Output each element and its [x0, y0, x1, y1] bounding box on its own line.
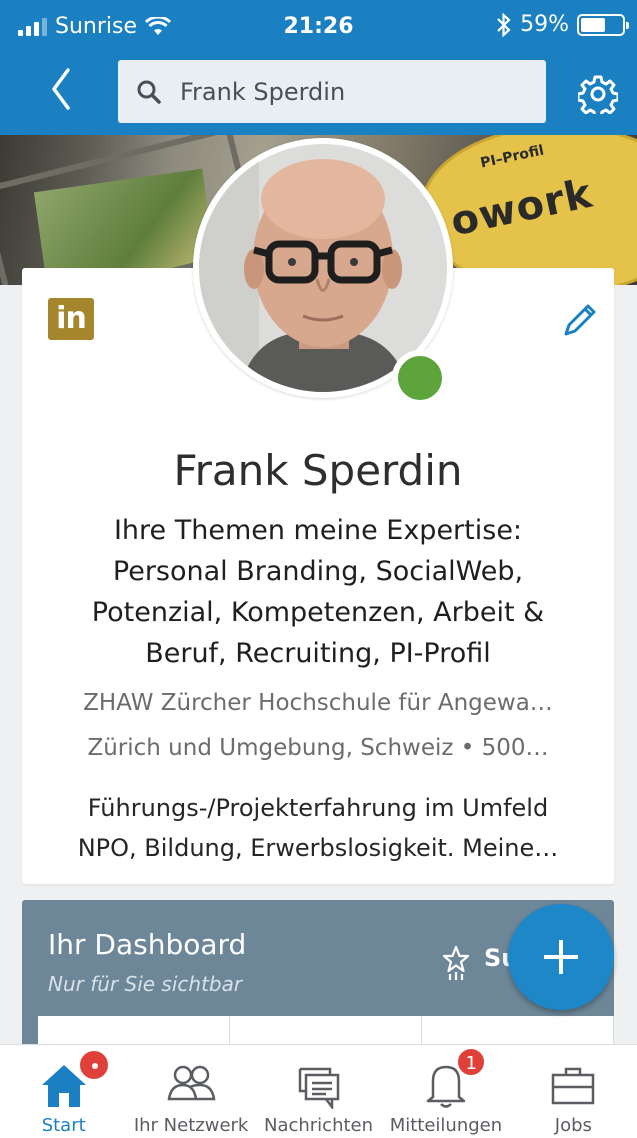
profile-headline: Ihre Themen meine Expertise: Personal Br…	[40, 510, 596, 674]
summary-line: NPO, Bildung, Erwerbslosigkeit. Meine…	[77, 834, 559, 862]
summary-line: Führungs-/Projekterfahrung im Umfeld	[87, 794, 549, 822]
search-icon	[137, 80, 161, 104]
top-bar: Sunrise 21:26 59% Frank Sperdin	[0, 0, 637, 135]
back-chevron-icon[interactable]	[46, 66, 76, 112]
headline-line: Personal Branding, SocialWeb,	[112, 556, 524, 587]
nav-label: Mitteilungen	[389, 1115, 503, 1136]
messages-icon	[298, 1067, 339, 1109]
nav-label: Jobs	[554, 1115, 592, 1136]
notification-count-badge: 1	[456, 1047, 487, 1077]
search-value: Frank Sperdin	[180, 77, 346, 106]
profile-education: ZHAW Zürcher Hochschule für Angewa…	[83, 690, 553, 716]
star-icon	[442, 945, 470, 980]
profile-location: Zürich und Umgebung, Schweiz • 500…	[87, 735, 549, 761]
briefcase-icon	[552, 1067, 595, 1105]
nav-messages[interactable]: Nachrichten	[255, 1045, 382, 1138]
nav-jobs[interactable]: Jobs	[510, 1045, 637, 1138]
network-icon	[167, 1065, 216, 1101]
nav-label: Ihr Netzwerk	[133, 1115, 249, 1136]
bluetooth-icon	[497, 12, 511, 37]
online-status-indicator	[392, 350, 448, 406]
nav-notifications[interactable]: 1 Mitteilungen	[382, 1045, 509, 1138]
linkedin-logo: in	[48, 298, 94, 340]
profile-summary[interactable]: Führungs-/Projekterfahrung im Umfeld NPO…	[40, 788, 596, 868]
nav-label: Start	[41, 1115, 86, 1136]
profile-name: Frank Sperdin	[173, 446, 463, 495]
dashboard-title: Ihr Dashboard	[48, 928, 247, 961]
headline-line: Potenzial, Kompetenzen, Arbeit &	[91, 597, 545, 628]
battery-icon	[577, 13, 629, 36]
status-bar: Sunrise 21:26 59%	[0, 0, 637, 52]
nav-start[interactable]: Start	[0, 1045, 127, 1138]
battery-percent: 59%	[520, 12, 569, 37]
headline-line: Beruf, Recruiting, PI-Profil	[145, 638, 491, 669]
gear-icon[interactable]	[578, 74, 618, 114]
nav-network[interactable]: Ihr Netzwerk	[127, 1045, 254, 1138]
edit-pencil-icon[interactable]	[560, 300, 600, 340]
dashboard-subtitle: Nur für Sie sichtbar	[48, 972, 243, 996]
headline-line: Ihre Themen meine Expertise:	[113, 515, 523, 546]
bottom-nav: Start Ihr Netzwerk Nachrichten 1 Mitteil…	[0, 1044, 637, 1138]
notification-dot-badge	[78, 1049, 110, 1081]
add-fab-button[interactable]	[508, 904, 614, 1010]
search-field[interactable]: Frank Sperdin	[118, 60, 546, 123]
nav-label: Nachrichten	[263, 1115, 374, 1136]
status-right: 59%	[496, 12, 629, 37]
